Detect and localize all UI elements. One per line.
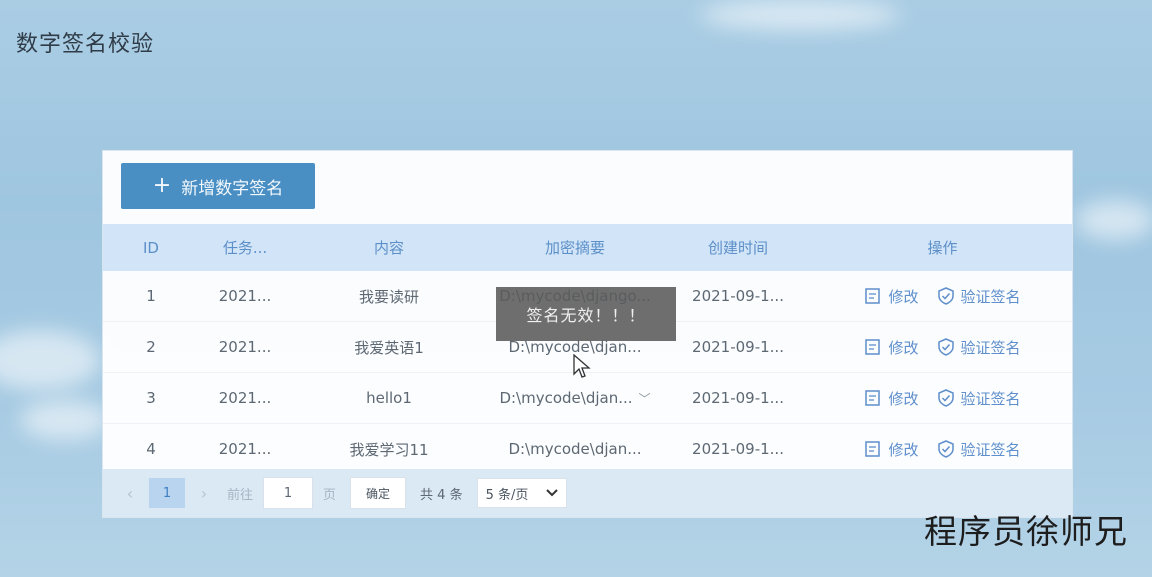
edit-icon[interactable]: [864, 440, 882, 458]
page-number-current[interactable]: 1: [149, 478, 185, 508]
cell-digest: D:\mycode\djan... ﹀: [487, 373, 663, 424]
verify-signature-link[interactable]: 验证签名: [961, 388, 1021, 409]
cell-task: 2021...: [218, 389, 272, 407]
cell-id: 1: [146, 287, 156, 305]
verify-signature-link[interactable]: 验证签名: [961, 439, 1021, 460]
plus-icon: +: [152, 173, 172, 198]
cell-id: 3: [146, 389, 156, 407]
cell-task: 2021...: [218, 440, 272, 458]
cell-created: 2021-09-1...: [692, 338, 784, 356]
edit-icon[interactable]: [864, 287, 882, 305]
header-digest[interactable]: 加密摘要: [487, 224, 663, 271]
chevron-down-icon: [545, 486, 558, 501]
cell-created: 2021-09-1...: [692, 389, 784, 407]
edit-icon[interactable]: [864, 338, 882, 356]
page-suffix-label: 页: [323, 487, 337, 503]
edit-link[interactable]: 修改: [888, 439, 918, 460]
table-row: 4 2021... 我爱学习11 D:\mycode\djan... 2021-…: [103, 424, 1072, 475]
edit-link[interactable]: 修改: [888, 388, 918, 409]
add-signature-label: 新增数字签名: [181, 178, 284, 199]
signature-table: ID 任务... 内容 加密摘要 创建时间 操作 1 2021... 我要读研 …: [103, 224, 1072, 475]
add-signature-button[interactable]: + 新增数字签名: [121, 163, 315, 209]
page-title: 数字签名校验: [16, 32, 155, 57]
cell-actions: 修改 验证签名: [813, 373, 1072, 424]
verify-signature-link[interactable]: 验证签名: [961, 286, 1021, 307]
cell-task: 2021...: [218, 338, 272, 356]
cell-id: 2: [146, 338, 156, 356]
cell-created: 2021-09-1...: [692, 440, 784, 458]
table-header-row: ID 任务... 内容 加密摘要 创建时间 操作: [103, 224, 1072, 271]
edit-link[interactable]: 修改: [888, 286, 918, 307]
chevron-down-icon[interactable]: ﹀: [639, 392, 651, 406]
cell-digest: D:\mycode\djan...: [508, 440, 642, 458]
verify-signature-link[interactable]: 验证签名: [961, 337, 1021, 358]
shield-check-icon[interactable]: [937, 440, 955, 458]
cell-actions: 修改 验证签名: [813, 271, 1072, 322]
cell-task: 2021...: [218, 287, 272, 305]
cell-actions: 修改 验证签名: [813, 424, 1072, 475]
cell-content: hello1: [366, 389, 412, 407]
cell-content: 我要读研: [358, 287, 419, 306]
goto-confirm-button[interactable]: 确定: [350, 477, 407, 509]
total-count: 共 4 条: [420, 487, 463, 503]
goto-label: 前往: [227, 487, 254, 503]
page-size-value: 5 条/页: [485, 487, 529, 503]
edit-icon[interactable]: [864, 389, 882, 407]
edit-link[interactable]: 修改: [888, 337, 918, 358]
header-created[interactable]: 创建时间: [663, 224, 813, 271]
cell-content: 我爱学习11: [349, 440, 429, 459]
header-actions: 操作: [927, 239, 958, 257]
header-id[interactable]: ID: [103, 224, 199, 271]
cell-actions: 修改 验证签名: [813, 322, 1072, 373]
goto-page-input[interactable]: 1: [263, 477, 314, 509]
cell-id: 4: [146, 440, 156, 458]
header-task[interactable]: 任务...: [199, 224, 291, 271]
watermark-text: 程序员徐师兄: [924, 512, 1128, 551]
next-page-button[interactable]: ›: [191, 484, 217, 503]
digest-text: D:\mycode\djan...: [499, 389, 633, 407]
table-row: 3 2021... hello1 D:\mycode\djan... ﹀ 2021…: [103, 373, 1072, 424]
prev-page-button[interactable]: ‹: [117, 484, 143, 503]
page-size-select[interactable]: 5 条/页: [476, 478, 567, 508]
cell-content: 我爱英语1: [354, 338, 424, 357]
header-content[interactable]: 内容: [291, 224, 487, 271]
cell-created: 2021-09-1...: [692, 287, 784, 305]
toast-message: 签名无效！！！: [496, 287, 676, 341]
shield-check-icon[interactable]: [937, 287, 955, 305]
shield-check-icon[interactable]: [937, 389, 955, 407]
mouse-cursor-icon: [573, 354, 591, 378]
shield-check-icon[interactable]: [937, 338, 955, 356]
